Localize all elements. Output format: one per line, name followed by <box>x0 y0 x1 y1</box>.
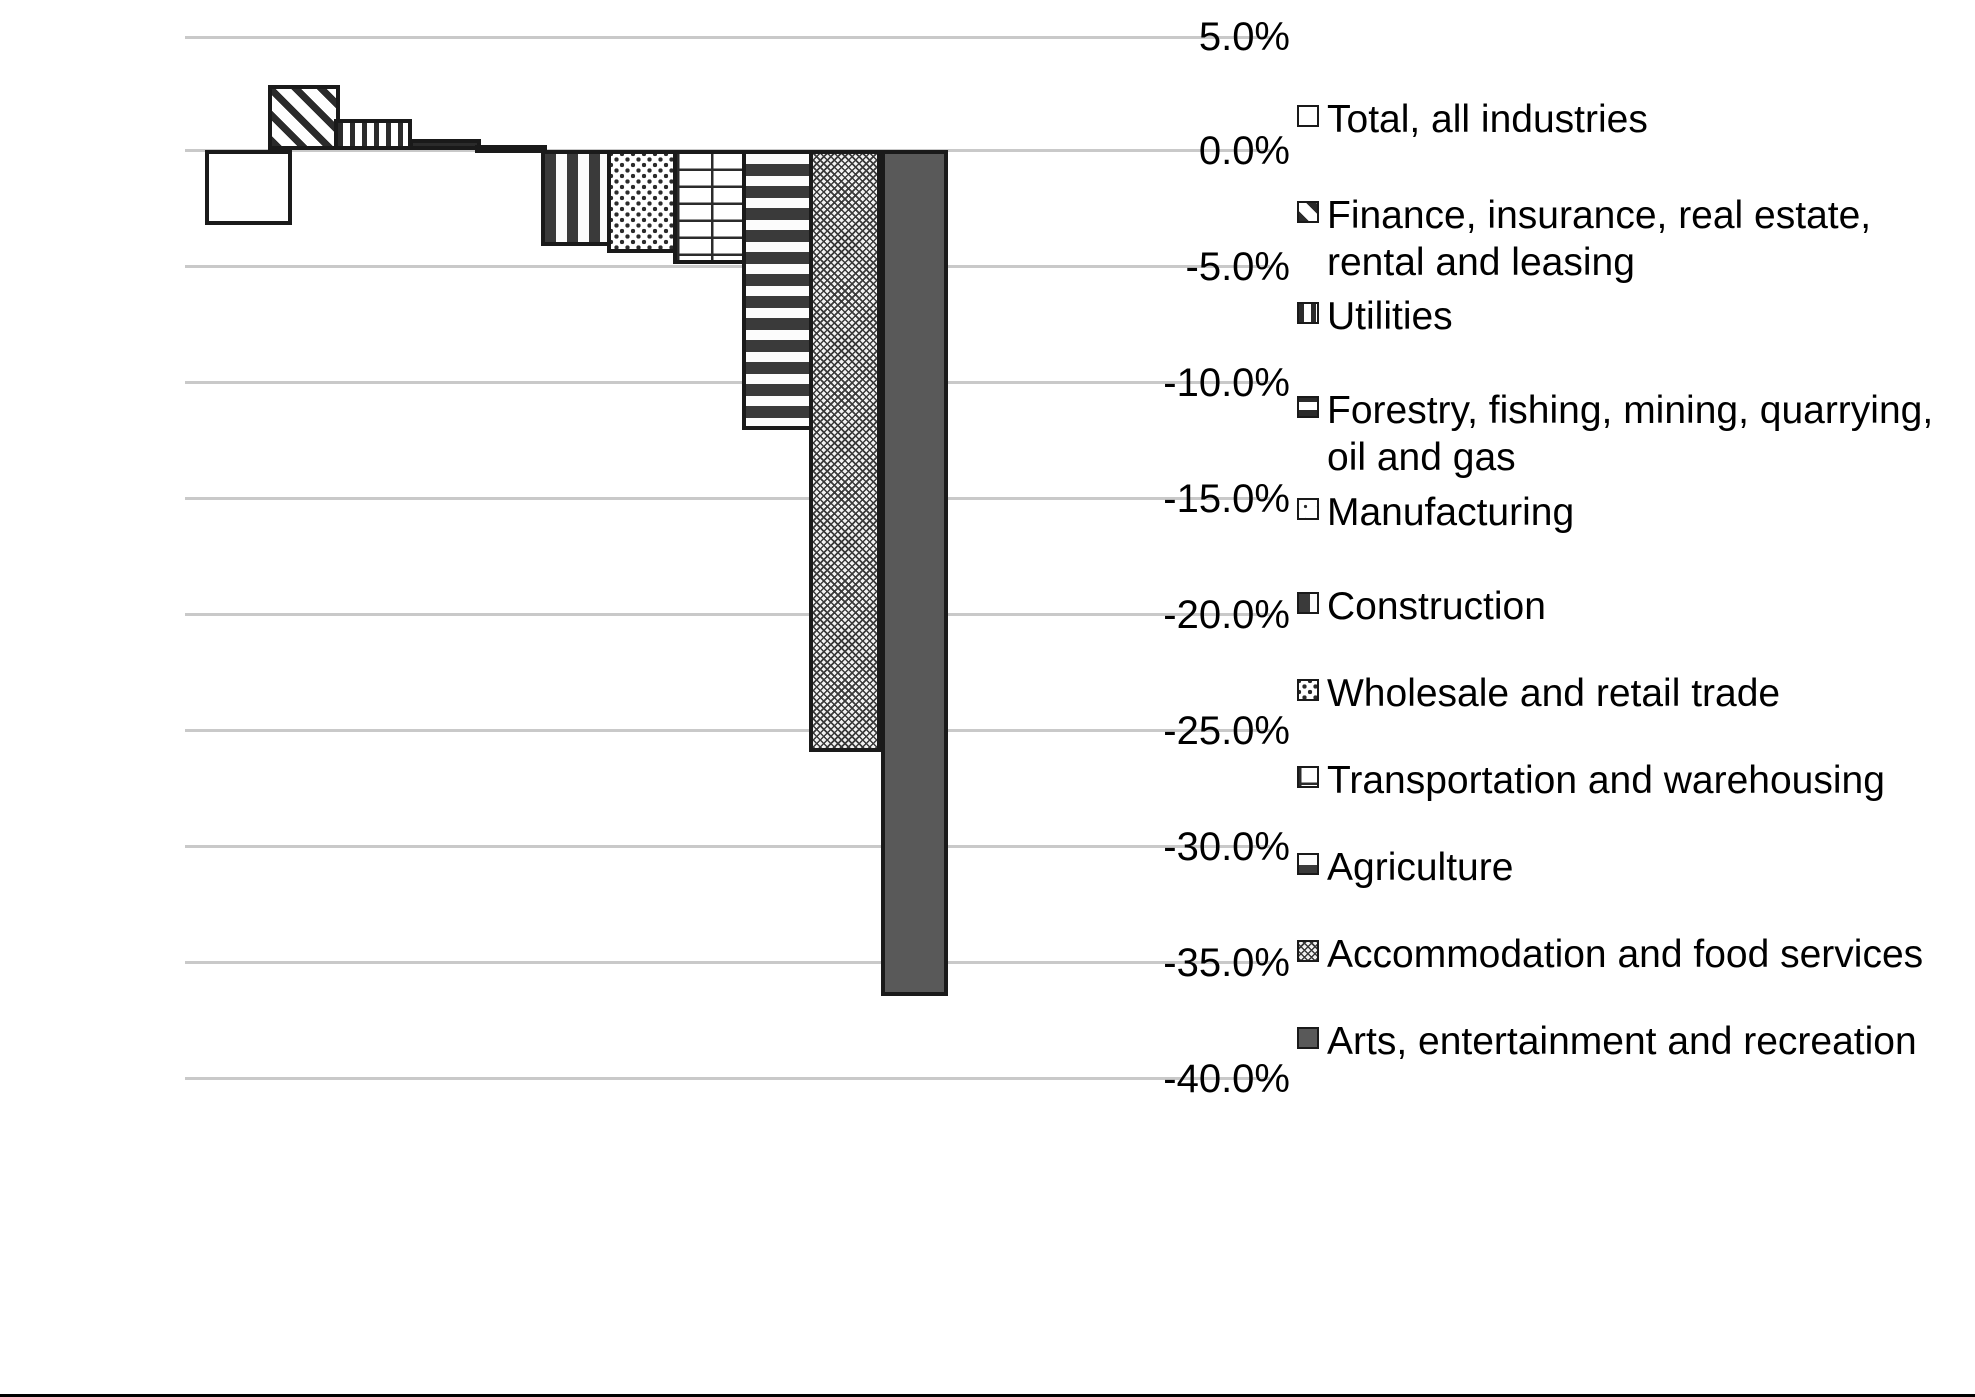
legend-swatch-vertical-lines-icon <box>1297 302 1319 324</box>
y-tick-label: 5.0% <box>1198 15 1290 59</box>
bar-arts-entertainment-recreation[interactable] <box>881 150 948 996</box>
y-tick-label: -25.0% <box>1163 709 1290 753</box>
bar-transportation-warehousing[interactable] <box>673 150 748 264</box>
legend-item-wholesale-retail[interactable]: Wholesale and retail trade <box>1297 670 1975 717</box>
plot-area: 5.0% 0.0% -5.0% -10.0% -15.0% -20.0% -25… <box>0 0 1290 1397</box>
legend: Total, all industries Finance, insurance… <box>1297 96 1975 1065</box>
legend-label: Utilities <box>1327 295 1453 338</box>
legend-item-total-all-industries[interactable]: Total, all industries <box>1297 96 1975 143</box>
legend-item-manufacturing[interactable]: Manufacturing <box>1297 489 1975 536</box>
legend-item-utilities[interactable]: Utilities <box>1297 293 1975 340</box>
legend-label: Accommodation and food services <box>1327 933 1924 976</box>
legend-swatch-solid-white-icon <box>1297 105 1319 127</box>
gridline-neg35 <box>185 961 1270 964</box>
bar-agriculture[interactable] <box>742 150 814 430</box>
legend-label: Forestry, fishing, mining, quarrying, oi… <box>1327 389 1945 479</box>
legend-item-transportation[interactable]: Transportation and warehousing <box>1297 757 1975 804</box>
bar-wholesale-retail-trade[interactable] <box>607 150 679 253</box>
legend-item-arts-entertainment[interactable]: Arts, entertainment and recreation <box>1297 1018 1975 1065</box>
gridline-neg40 <box>185 1077 1270 1080</box>
legend-swatch-diagonal-hatch-icon <box>1297 201 1319 223</box>
legend-label: Transportation and warehousing <box>1327 759 1885 802</box>
legend-label: Total, all industries <box>1327 98 1648 141</box>
gridline-neg15 <box>185 497 1270 500</box>
gridline-neg10 <box>185 381 1270 384</box>
gridline-5 <box>185 36 1270 39</box>
legend-swatch-horizontal-dashes-icon <box>1297 592 1319 614</box>
legend-swatch-vertical-dashes-icon <box>1297 853 1319 875</box>
legend-swatch-brick-icon <box>1297 766 1319 788</box>
legend-swatch-zigzag-icon <box>1297 940 1319 962</box>
legend-label: Wholesale and retail trade <box>1327 672 1781 715</box>
legend-swatch-sparse-dots-icon <box>1297 498 1319 520</box>
y-tick-label: -40.0% <box>1163 1057 1290 1101</box>
y-tick-label: -5.0% <box>1185 245 1291 289</box>
bar-forestry-fishing-mining[interactable] <box>409 139 481 150</box>
chart-root: 5.0% 0.0% -5.0% -10.0% -15.0% -20.0% -25… <box>0 0 1975 1397</box>
legend-label: Finance, insurance, real estate, rental … <box>1327 194 1882 284</box>
legend-item-agriculture[interactable]: Agriculture <box>1297 844 1975 891</box>
legend-item-construction[interactable]: Construction <box>1297 583 1975 630</box>
legend-swatch-horizontal-lines-icon <box>1297 396 1319 418</box>
legend-label: Agriculture <box>1327 846 1514 889</box>
bar-total-all-industries[interactable] <box>205 150 292 225</box>
bar-utilities[interactable] <box>334 119 412 150</box>
y-tick-label: -30.0% <box>1163 825 1290 869</box>
y-tick-label: -15.0% <box>1163 477 1290 521</box>
legend-swatch-dense-dots-icon <box>1297 679 1319 701</box>
y-tick-label: 0.0% <box>1198 129 1290 173</box>
gridline-neg25 <box>185 729 1270 732</box>
bar-accommodation-food-services[interactable] <box>809 150 881 752</box>
legend-item-finance[interactable]: Finance, insurance, real estate, rental … <box>1297 192 1975 286</box>
bar-finance-insurance-real-estate[interactable] <box>268 85 340 150</box>
y-tick-label: -10.0% <box>1163 361 1290 405</box>
gridline-neg20 <box>185 613 1270 616</box>
legend-item-forestry[interactable]: Forestry, fishing, mining, quarrying, oi… <box>1297 387 1975 481</box>
legend-label: Arts, entertainment and recreation <box>1327 1020 1917 1063</box>
bar-construction[interactable] <box>541 150 616 246</box>
bar-manufacturing[interactable] <box>475 145 547 153</box>
gridline-neg5 <box>185 265 1270 268</box>
y-tick-label: -20.0% <box>1163 593 1290 637</box>
legend-swatch-solid-dark-icon <box>1297 1027 1319 1049</box>
gridline-neg30 <box>185 845 1270 848</box>
legend-item-accommodation[interactable]: Accommodation and food services <box>1297 931 1975 978</box>
legend-label: Construction <box>1327 585 1546 628</box>
legend-label: Manufacturing <box>1327 491 1575 534</box>
y-tick-label: -35.0% <box>1163 941 1290 985</box>
